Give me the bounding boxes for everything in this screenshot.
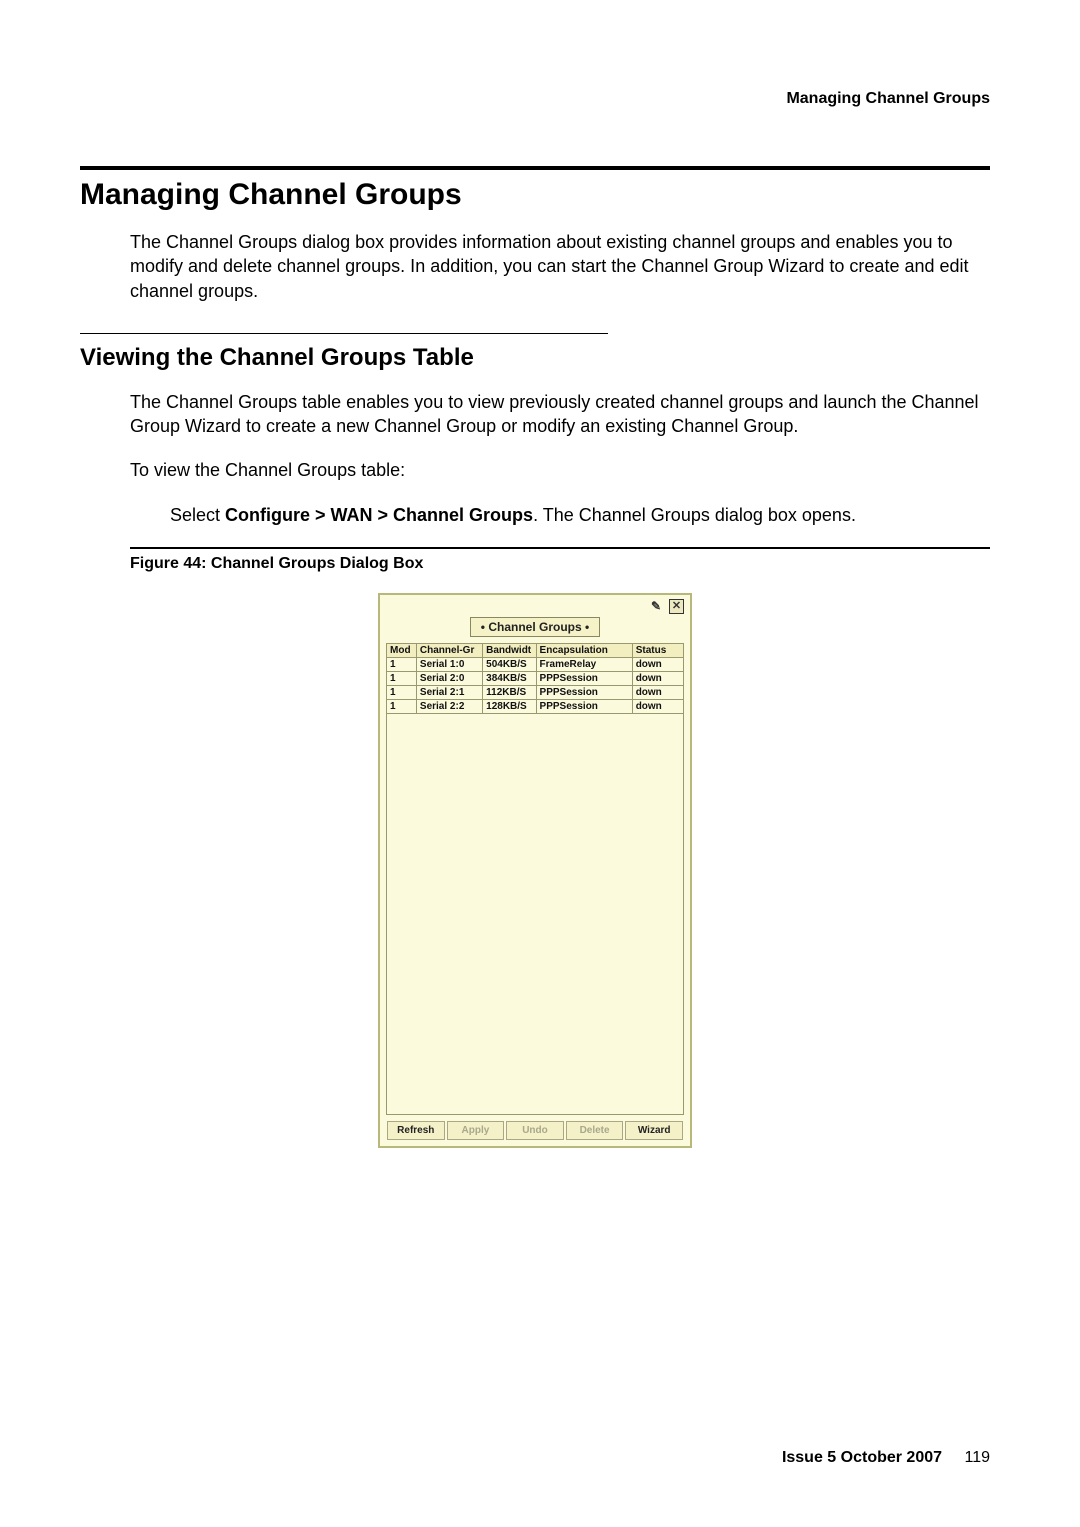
section-title: Managing Channel Groups [80,178,990,212]
page-footer: Issue 5 October 2007 119 [782,1449,990,1467]
subsection-title: Viewing the Channel Groups Table [80,344,990,372]
dialog-button-row: Refresh Apply Undo Delete Wizard [380,1115,690,1146]
sub-paragraph-2: To view the Channel Groups table: [130,458,990,482]
sub-paragraph-1: The Channel Groups table enables you to … [130,390,990,439]
step-bold-path: Configure > WAN > Channel Groups [225,505,533,525]
running-header: Managing Channel Groups [80,90,990,108]
cell-encapsulation: PPPSession [536,700,632,714]
cell-module: 1 [387,686,417,700]
table-row[interactable]: 1 Serial 1:0 504KB/S FrameRelay down [387,658,684,672]
step-line: Select Configure > WAN > Channel Groups.… [170,503,990,527]
table-row[interactable]: 1 Serial 2:0 384KB/S PPPSession down [387,672,684,686]
figure-caption: Figure 44: Channel Groups Dialog Box [130,555,990,573]
footer-issue: Issue 5 October 2007 [782,1449,942,1466]
cell-module: 1 [387,672,417,686]
cell-channel-group: Serial 2:0 [416,672,482,686]
cell-module: 1 [387,700,417,714]
cell-channel-group: Serial 2:1 [416,686,482,700]
cell-status: down [632,700,683,714]
cell-status: down [632,658,683,672]
col-status[interactable]: Status [632,644,683,658]
col-bandwidth[interactable]: Bandwidt [483,644,536,658]
close-icon[interactable]: ✕ [669,599,684,614]
cell-bandwidth: 504KB/S [483,658,536,672]
refresh-button[interactable]: Refresh [387,1121,445,1140]
table-empty-area [386,714,684,1115]
col-module[interactable]: Mod [387,644,417,658]
col-channel-group[interactable]: Channel-Gr [416,644,482,658]
footer-page-number: 119 [964,1449,990,1466]
step-prefix: Select [170,505,225,525]
col-encapsulation[interactable]: Encapsulation [536,644,632,658]
cell-bandwidth: 112KB/S [483,686,536,700]
delete-button[interactable]: Delete [566,1121,624,1140]
undo-button[interactable]: Undo [506,1121,564,1140]
cell-channel-group: Serial 2:2 [416,700,482,714]
dialog-titlebar: ✎ ✕ [380,595,690,617]
dialog-title: • Channel Groups • [470,617,600,637]
figure-rule [130,547,990,549]
cell-encapsulation: PPPSession [536,672,632,686]
table-row[interactable]: 1 Serial 2:2 128KB/S PPPSession down [387,700,684,714]
cell-channel-group: Serial 1:0 [416,658,482,672]
cell-bandwidth: 384KB/S [483,672,536,686]
cell-encapsulation: FrameRelay [536,658,632,672]
channel-groups-table: Mod Channel-Gr Bandwidt Encapsulation St… [386,643,684,714]
table-header-row: Mod Channel-Gr Bandwidt Encapsulation St… [387,644,684,658]
cell-status: down [632,672,683,686]
pushpin-icon[interactable]: ✎ [649,599,663,613]
table-row[interactable]: 1 Serial 2:1 112KB/S PPPSession down [387,686,684,700]
subsection-rule [80,333,608,334]
channel-groups-dialog: ✎ ✕ • Channel Groups • Mod Channel-Gr Ba… [378,593,692,1148]
section-rule [80,166,990,170]
intro-paragraph: The Channel Groups dialog box provides i… [130,230,990,303]
step-suffix: . The Channel Groups dialog box opens. [533,505,856,525]
apply-button[interactable]: Apply [447,1121,505,1140]
wizard-button[interactable]: Wizard [625,1121,683,1140]
cell-encapsulation: PPPSession [536,686,632,700]
cell-bandwidth: 128KB/S [483,700,536,714]
cell-module: 1 [387,658,417,672]
cell-status: down [632,686,683,700]
